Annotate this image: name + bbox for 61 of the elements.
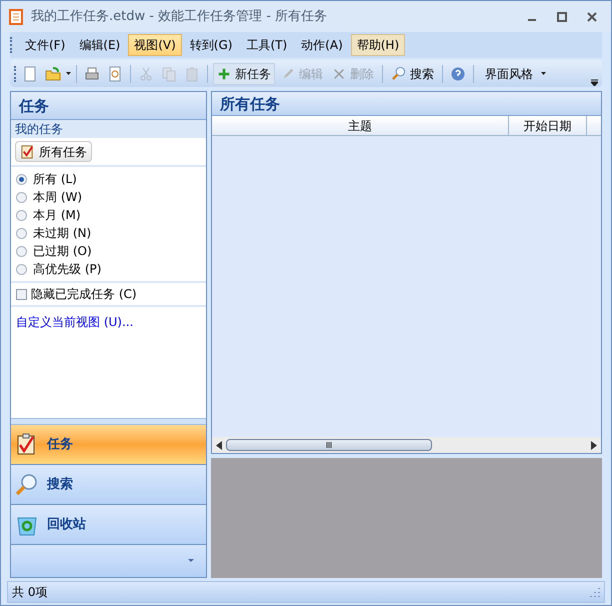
checkbox-label[interactable]: 隐藏已完成任务 (C) (31, 285, 137, 304)
toolbar-button[interactable]: 新任务 (213, 62, 275, 85)
radio-button[interactable] (16, 246, 27, 257)
panel-title: 任务 (11, 92, 206, 120)
all-tasks-button[interactable]: 所有任务 (15, 141, 92, 162)
menu-item[interactable]: 视图(V) (128, 34, 182, 56)
scroll-left-arrow-icon[interactable] (216, 440, 222, 450)
radio-label[interactable]: 本月 (M) (33, 206, 81, 224)
caret-icon (541, 72, 546, 76)
radio-label[interactable]: 本周 (W) (33, 188, 82, 206)
toolbar-grip[interactable] (10, 37, 13, 54)
dropdown-arrow-icon[interactable] (66, 72, 71, 76)
menu-item[interactable]: 工具(T) (240, 34, 294, 56)
radio-button[interactable] (16, 192, 27, 203)
radio-button[interactable] (16, 174, 27, 185)
column-header[interactable]: 主题 (212, 116, 509, 136)
menu-item[interactable]: 转到(G) (184, 34, 238, 56)
clipboard-check-icon (20, 144, 35, 160)
section-header: 我的任务 (11, 120, 206, 138)
menu-item[interactable]: 帮助(H) (350, 34, 406, 56)
nav-button[interactable]: 回收站 (11, 505, 206, 546)
radio-label[interactable]: 所有 (L) (33, 170, 77, 188)
menu-item[interactable]: 文件(F) (19, 34, 72, 56)
scrollbar-thumb[interactable] (226, 439, 432, 452)
splitter-grip[interactable] (11, 418, 206, 426)
help-icon[interactable] (451, 66, 465, 81)
print-preview-icon[interactable] (107, 66, 123, 82)
checkbox[interactable] (16, 288, 27, 300)
radio-button[interactable] (16, 264, 27, 275)
app-icon (9, 8, 23, 25)
close-button[interactable] (587, 12, 597, 22)
radio-label[interactable]: 未过期 (N) (33, 224, 92, 242)
column-header[interactable]: 开始日期 (509, 116, 587, 136)
menu-item[interactable]: 动作(A) (295, 34, 349, 56)
radio-button[interactable] (16, 210, 27, 221)
search-icon (391, 66, 406, 82)
toolbar-overflow-icon[interactable] (591, 78, 598, 86)
panel-title: 所有任务 (212, 92, 601, 116)
radio-label[interactable]: 已过期 (O) (33, 242, 92, 260)
status-text: 共 0项 (12, 584, 48, 602)
search-button[interactable]: 搜索 (388, 62, 437, 85)
plus-icon (217, 66, 231, 81)
printer-icon[interactable] (84, 66, 100, 82)
radio-button[interactable] (16, 228, 27, 239)
magnifier-icon (15, 472, 39, 497)
radio-label[interactable]: 高优先级 (P) (33, 260, 102, 278)
customize-view-link[interactable]: 自定义当前视图 (U)... (16, 315, 134, 330)
new-document-icon[interactable] (22, 66, 38, 82)
style-menu-button[interactable]: 界面风格 (479, 62, 552, 85)
dropdown-arrow-icon (188, 559, 194, 564)
scroll-right-arrow-icon[interactable] (591, 440, 597, 450)
nav-button[interactable]: 任务 (11, 425, 206, 466)
cross-icon (332, 66, 346, 81)
window-title: 我的工作任务.etdw - 效能工作任务管理 - 所有任务 (31, 8, 328, 26)
open-folder-icon[interactable] (45, 66, 61, 82)
toolbar-grip[interactable] (14, 66, 17, 82)
pencil-icon (281, 66, 295, 81)
maximize-button[interactable] (557, 12, 567, 22)
nav-button[interactable]: 搜索 (11, 465, 206, 506)
menu-item[interactable]: 编辑(E) (73, 34, 126, 56)
resize-grip-icon[interactable] (590, 587, 600, 598)
